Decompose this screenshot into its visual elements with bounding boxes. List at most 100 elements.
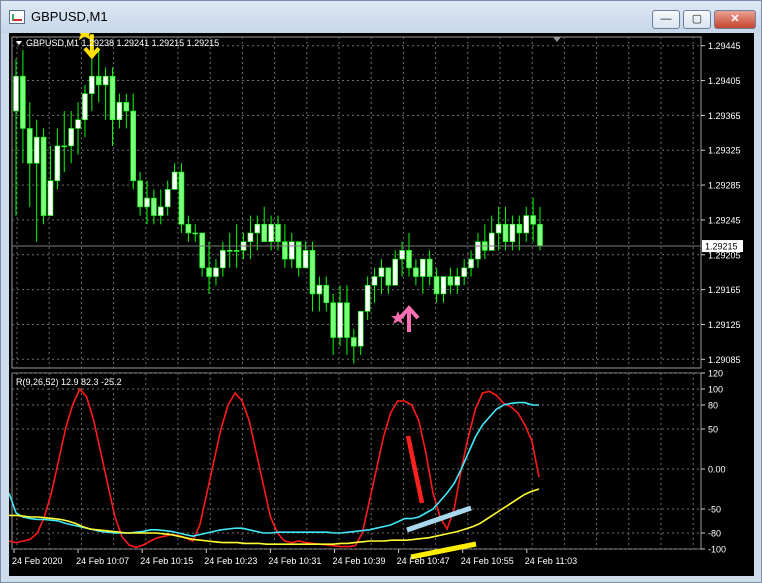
price-tick-label: 1.29445 xyxy=(708,41,741,51)
candle-body xyxy=(89,75,95,94)
candle-body xyxy=(468,258,474,269)
price-tick-label: 1.29325 xyxy=(708,146,741,156)
candle-body xyxy=(399,250,405,260)
candle-body xyxy=(157,206,164,216)
candle-body xyxy=(275,223,281,242)
price-tick-label: 1.29285 xyxy=(708,181,741,191)
candle-body xyxy=(523,215,530,234)
candle-body xyxy=(171,171,178,190)
price-tick-label: 1.29405 xyxy=(708,76,741,86)
candle-body xyxy=(151,197,157,216)
candle-body xyxy=(461,267,467,277)
candle-body xyxy=(495,223,502,234)
candle-body xyxy=(40,136,47,216)
candle-body xyxy=(61,145,68,148)
chart-shift-marker[interactable] xyxy=(553,37,561,42)
candle-body xyxy=(406,250,412,269)
candle-body xyxy=(268,223,274,242)
candle-body xyxy=(282,241,288,260)
price-tick-label: 1.29085 xyxy=(708,355,741,365)
candle-body xyxy=(371,276,378,286)
candle-body xyxy=(516,223,523,234)
candle-body xyxy=(537,223,543,247)
candle-body xyxy=(206,267,212,277)
candle-body xyxy=(95,75,102,86)
indicator-tick-label: 120 xyxy=(708,369,723,379)
candle-body xyxy=(509,223,516,242)
chart-window-icon xyxy=(9,10,25,24)
time-tick-label: 24 Feb 10:55 xyxy=(461,556,514,566)
indicator-series-red xyxy=(9,387,540,549)
minimize-button[interactable]: — xyxy=(652,10,680,29)
candle-body xyxy=(247,232,254,242)
indicator-tick-label: -50 xyxy=(708,505,721,515)
price-tick-label: 1.29165 xyxy=(708,285,741,295)
candle-body xyxy=(385,267,392,286)
candle-body xyxy=(68,128,74,147)
candle-body xyxy=(116,102,123,121)
price-tick-label: 1.29245 xyxy=(708,215,741,225)
candle-body xyxy=(213,267,219,277)
time-tick-label: 24 Feb 10:15 xyxy=(140,556,193,566)
candle-body xyxy=(351,337,357,347)
candle-body xyxy=(130,110,137,182)
time-tick-label: 24 Feb 11:03 xyxy=(525,556,577,566)
candle-body xyxy=(392,258,399,286)
candle-body xyxy=(261,223,268,242)
candle-body xyxy=(220,250,226,269)
candle-body xyxy=(20,75,26,129)
candle-body xyxy=(440,276,447,295)
candle-body xyxy=(54,145,61,182)
chart-area[interactable]: 1.29445 1.29405 1.29365 1.29325 1.29285 1.292… xyxy=(9,33,754,576)
title-bar[interactable]: GBPUSD,M1 — ▢ ✕ xyxy=(1,1,761,33)
candle-body xyxy=(47,180,54,216)
candle-body xyxy=(316,284,323,295)
candle-body xyxy=(13,75,19,112)
candle-body xyxy=(433,276,440,295)
indicator-tick-label: -100 xyxy=(708,545,726,555)
candle-body xyxy=(137,180,143,208)
candle-body xyxy=(33,136,40,164)
indicator-series-yellow xyxy=(9,488,540,546)
price-tick-label: 1.29365 xyxy=(708,111,741,121)
candle-body xyxy=(75,119,81,129)
indicator-tick-label: 80 xyxy=(708,401,718,411)
candle-body xyxy=(288,241,295,260)
price-tick-label: 1.29125 xyxy=(708,320,741,330)
chart-svg[interactable]: 1.29445 1.29405 1.29365 1.29325 1.29285 1.292… xyxy=(9,33,754,576)
indicator-tick-label: 0.00 xyxy=(708,465,726,475)
candle-body xyxy=(426,258,433,277)
candle-body xyxy=(454,276,461,286)
window-title: GBPUSD,M1 xyxy=(31,9,108,24)
candle-body xyxy=(254,223,261,234)
candle-body xyxy=(192,232,199,235)
candle-body xyxy=(530,215,536,225)
candle-body xyxy=(364,284,371,312)
candle-body xyxy=(82,93,88,121)
candle-body xyxy=(323,284,330,303)
chart-window: GBPUSD,M1 — ▢ ✕ 1.29445 1.29405 1.29365 1.2… xyxy=(0,0,762,583)
time-tick-label: 24 Feb 2020 xyxy=(12,556,63,566)
candle-body xyxy=(344,302,350,338)
candle-body xyxy=(447,276,454,286)
candle-body xyxy=(199,232,205,269)
candle-body xyxy=(419,258,426,277)
candle-body xyxy=(185,223,192,234)
indicator-tick-label: -80 xyxy=(708,529,721,539)
candle-body xyxy=(337,302,343,338)
indicator-tick-label: 50 xyxy=(708,425,718,435)
candle-body xyxy=(233,250,240,252)
candle-body xyxy=(413,267,419,277)
time-tick-label: 24 Feb 10:31 xyxy=(268,556,321,566)
candle-body xyxy=(330,302,336,338)
maximize-button[interactable]: ▢ xyxy=(683,10,711,29)
close-button[interactable]: ✕ xyxy=(714,10,756,29)
candle-body xyxy=(502,223,509,242)
candle-body xyxy=(488,232,495,251)
indicator-panel-header: R(9,26,52) 12.9 82.3 -25.2 xyxy=(16,377,122,387)
candle-body xyxy=(178,171,185,225)
candle-body xyxy=(302,250,309,269)
time-tick-label: 24 Feb 10:47 xyxy=(397,556,450,566)
candle-body xyxy=(164,189,171,208)
candle-body xyxy=(309,250,316,295)
